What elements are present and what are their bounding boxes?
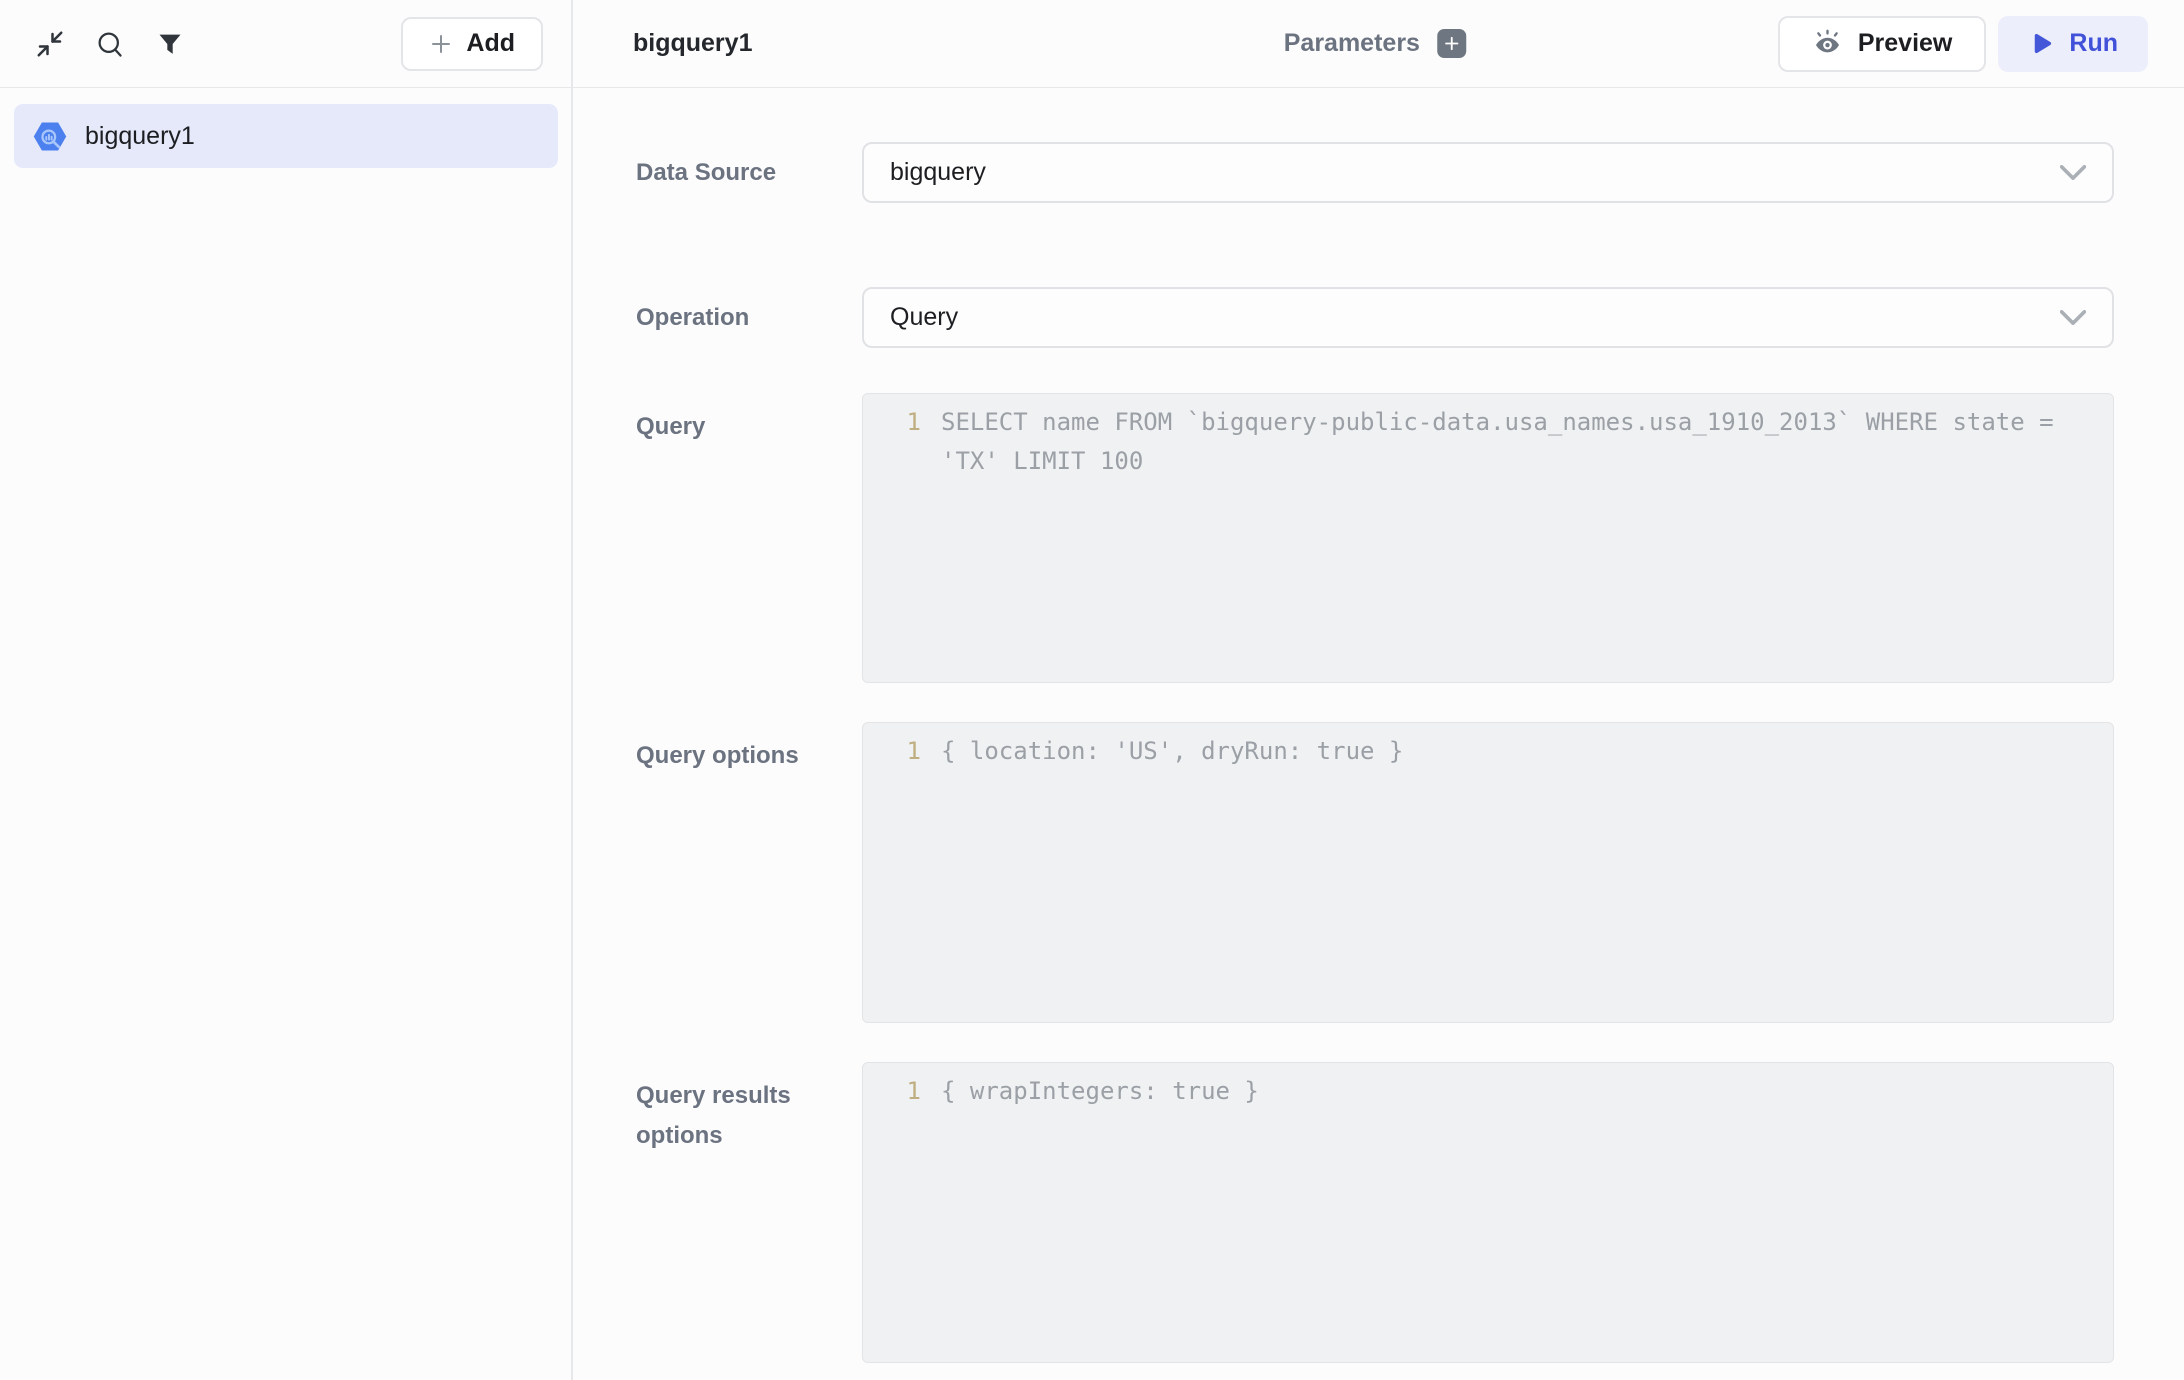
query-results-options-placeholder: { wrapIntegers: true }	[941, 1072, 2113, 1111]
app-root: Add bigquery1 big	[0, 0, 2184, 1380]
data-source-value: bigquery	[890, 158, 2060, 187]
main-header: bigquery1 Parameters	[573, 0, 2184, 88]
search-icon	[95, 29, 125, 59]
field-row-query-results-options: Query results options 1 { wrapIntegers: …	[636, 1062, 2114, 1363]
data-source-select[interactable]: bigquery	[862, 142, 2114, 203]
collapse-icon	[35, 29, 65, 59]
query-code-placeholder: SELECT name FROM `bigquery-public-data.u…	[941, 403, 2113, 481]
page-title: bigquery1	[633, 29, 752, 58]
chevron-down-icon	[2060, 165, 2086, 180]
main-panel: bigquery1 Parameters	[573, 0, 2184, 1380]
field-row-data-source: Data Source bigquery	[636, 142, 2114, 203]
field-row-operation: Operation Query	[636, 287, 2114, 348]
add-query-button[interactable]: Add	[401, 17, 543, 71]
code-line: 1 { wrapIntegers: true }	[863, 1072, 2113, 1111]
operation-select[interactable]: Query	[862, 287, 2114, 348]
search-button[interactable]	[90, 24, 130, 64]
sidebar: Add bigquery1	[0, 0, 573, 1380]
query-options-editor[interactable]: 1 { location: 'US', dryRun: true }	[862, 722, 2114, 1023]
chevron-down-icon	[2060, 310, 2086, 325]
eye-icon	[1812, 28, 1843, 59]
field-row-query-options: Query options 1 { location: 'US', dryRun…	[636, 722, 2114, 1023]
collapse-sidebar-button[interactable]	[30, 24, 70, 64]
run-button-label: Run	[2069, 29, 2118, 58]
header-actions: Preview Run	[1778, 16, 2148, 72]
query-code-editor[interactable]: 1 SELECT name FROM `bigquery-public-data…	[862, 393, 2114, 683]
parameters-group: Parameters	[1284, 29, 1466, 58]
query-list: bigquery1	[0, 88, 571, 168]
operation-value: Query	[890, 303, 2060, 332]
plus-icon	[1443, 35, 1460, 52]
bigquery-icon	[32, 121, 68, 152]
field-label-operation: Operation	[636, 298, 808, 338]
line-number: 1	[863, 732, 941, 771]
field-row-query: Query 1 SELECT name FROM `bigquery-publi…	[636, 393, 2114, 683]
line-number: 1	[863, 1072, 941, 1111]
line-number: 1	[863, 403, 941, 481]
query-options-placeholder: { location: 'US', dryRun: true }	[941, 732, 2113, 771]
run-button[interactable]: Run	[1998, 16, 2148, 72]
plus-icon	[429, 32, 453, 56]
play-icon	[2028, 30, 2055, 57]
query-form: Data Source bigquery Operation Query	[573, 88, 2184, 1380]
field-label-query-options: Query options	[636, 722, 808, 776]
sidebar-item-bigquery1[interactable]: bigquery1	[14, 104, 558, 168]
add-button-label: Add	[466, 29, 515, 58]
query-results-options-editor[interactable]: 1 { wrapIntegers: true }	[862, 1062, 2114, 1363]
field-label-query: Query	[636, 393, 808, 447]
add-parameter-button[interactable]	[1437, 29, 1466, 58]
preview-button-label: Preview	[1858, 29, 1953, 58]
filter-icon	[156, 30, 184, 58]
code-line: 1 { location: 'US', dryRun: true }	[863, 732, 2113, 771]
sidebar-item-label: bigquery1	[85, 122, 195, 151]
field-label-data-source: Data Source	[636, 153, 808, 193]
parameters-label: Parameters	[1284, 29, 1420, 58]
preview-button[interactable]: Preview	[1778, 16, 1987, 72]
field-label-query-results-options: Query results options	[636, 1062, 808, 1156]
code-line: 1 SELECT name FROM `bigquery-public-data…	[863, 403, 2113, 481]
sidebar-toolbar: Add	[0, 0, 571, 88]
filter-button[interactable]	[150, 24, 190, 64]
